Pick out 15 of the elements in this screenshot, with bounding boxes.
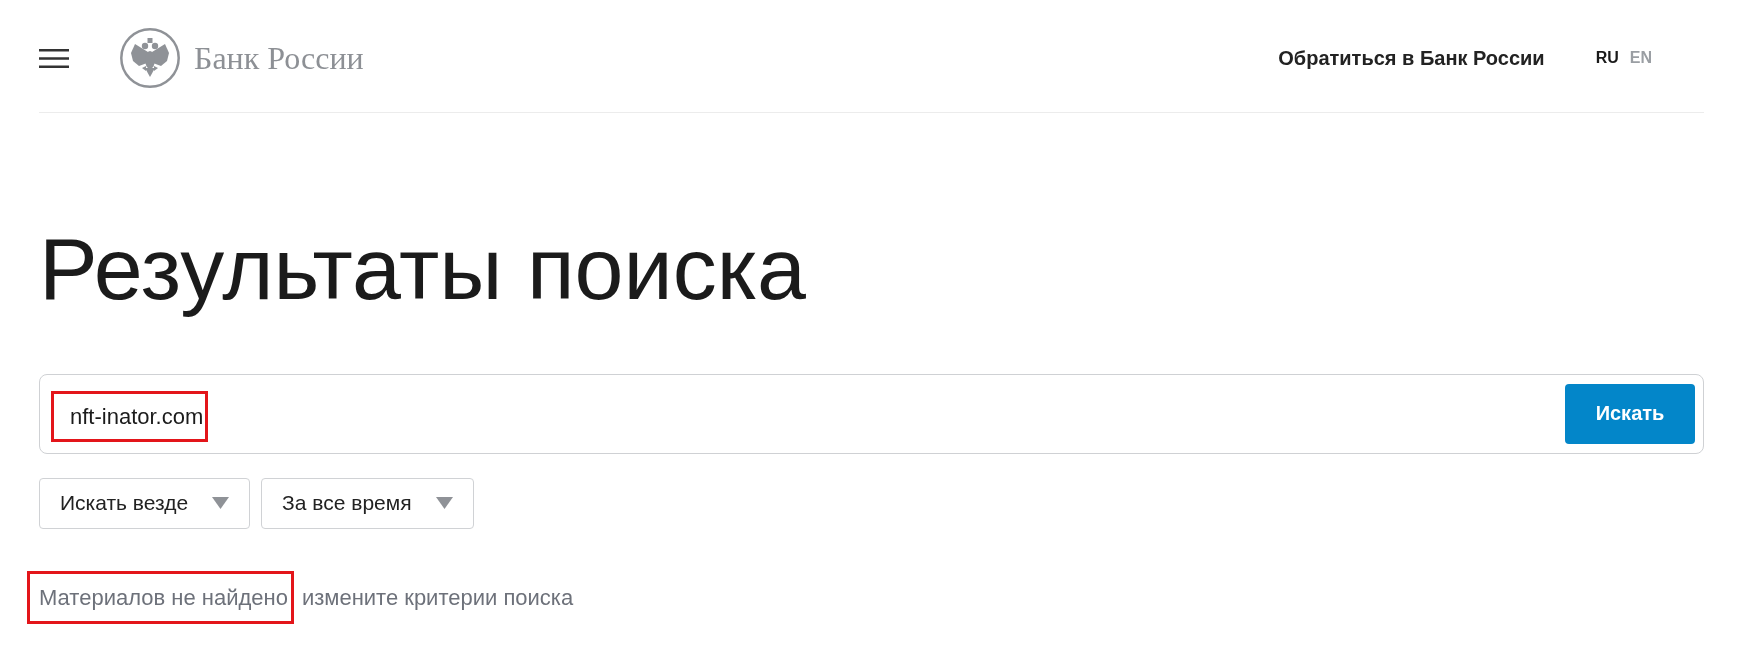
logo-text: Банк России — [194, 39, 364, 77]
eagle-emblem-icon — [120, 28, 180, 88]
search-button[interactable]: Искать — [1565, 383, 1695, 444]
filter-dropdown[interactable]: За все время — [261, 477, 474, 529]
search-query: nft-inator.com — [70, 403, 204, 429]
page-title: Результаты поиска — [39, 218, 807, 320]
caret-icon — [435, 497, 453, 510]
message-text: Материалов не найдено — [39, 585, 288, 609]
message-text: измените критерии поиска — [301, 585, 574, 609]
language-link[interactable]: RU — [1595, 49, 1619, 67]
caret-icon — [212, 497, 230, 510]
search-field[interactable]: nft-inator.com Искать — [39, 373, 1704, 454]
menu-icon[interactable] — [39, 48, 69, 68]
filter-dropdown[interactable]: Искать везде — [39, 477, 251, 529]
contact-link[interactable]: Обратиться в Банк России — [1278, 46, 1545, 70]
